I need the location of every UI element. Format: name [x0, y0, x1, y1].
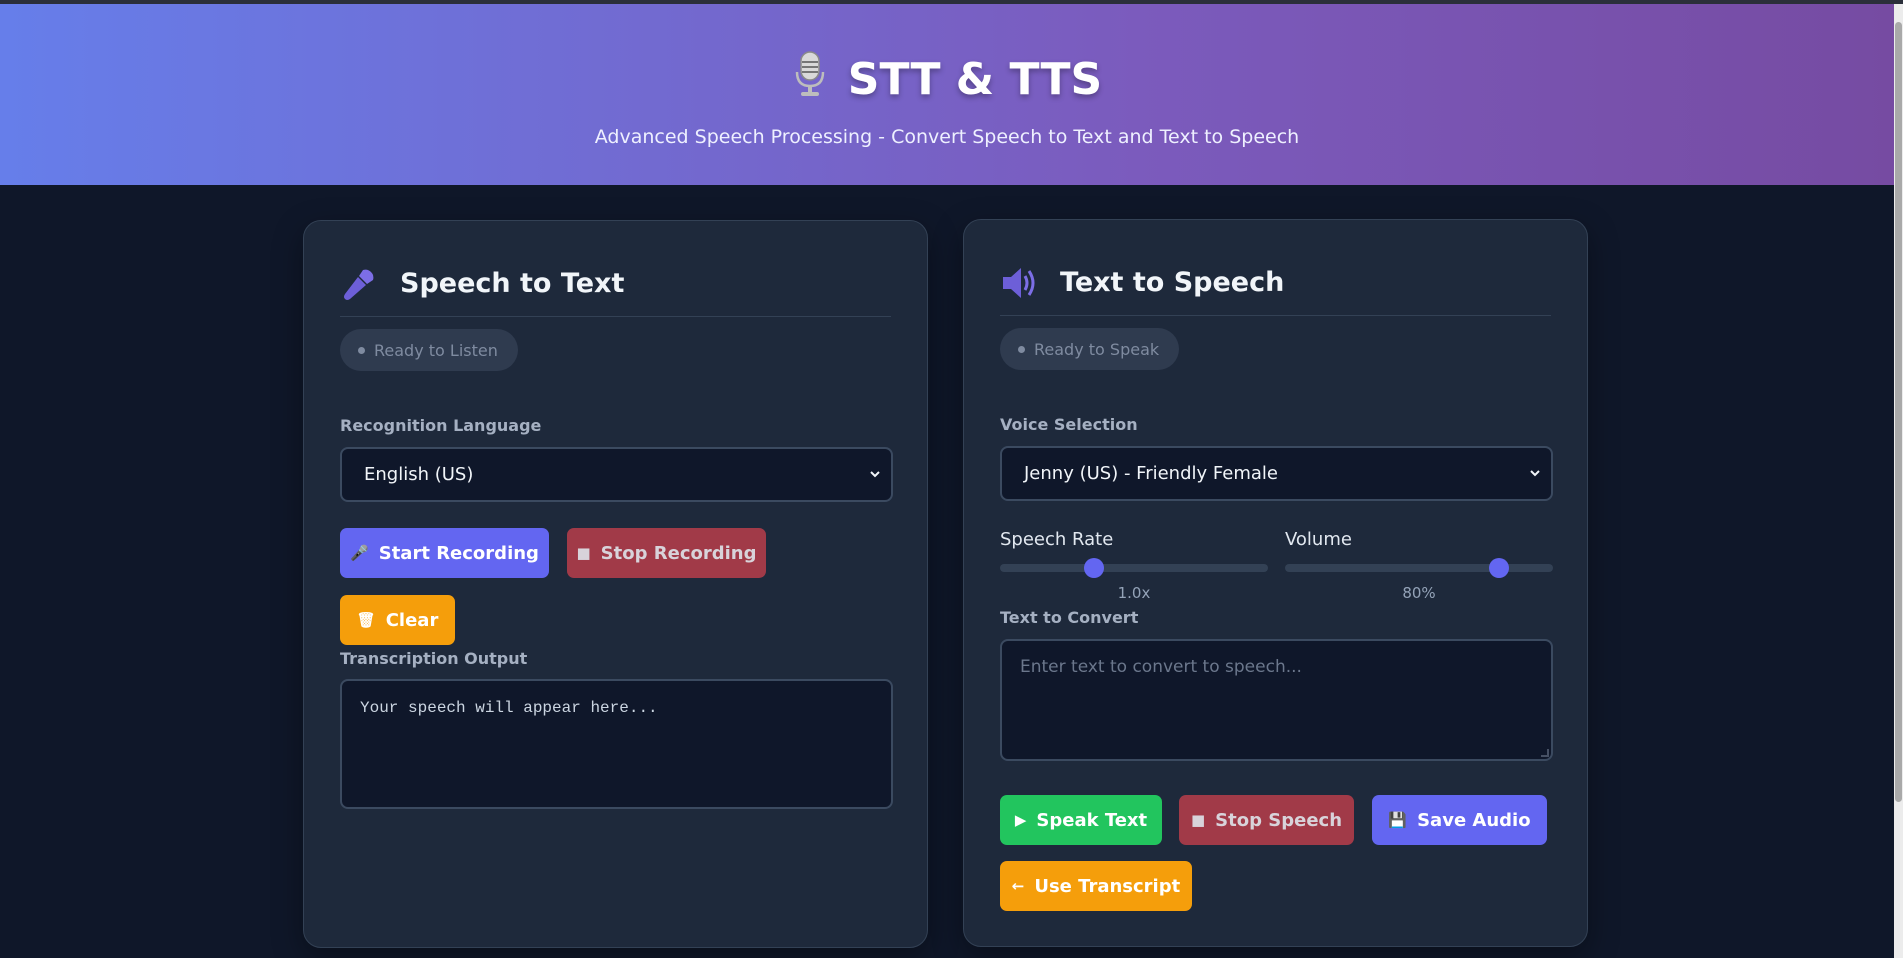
clear-button[interactable]: 🗑 Clear: [340, 595, 455, 645]
use-transcript-button[interactable]: ← Use Transcript: [1000, 861, 1192, 911]
chevron-down-icon: [870, 471, 880, 478]
voice-label: Voice Selection: [1000, 415, 1138, 434]
tts-status-text: Ready to Speak: [1034, 339, 1160, 359]
speaker-icon: [1000, 264, 1038, 302]
app-subtitle: Advanced Speech Processing - Convert Spe…: [594, 126, 1300, 148]
transcription-output[interactable]: Your speech will appear here...: [340, 679, 893, 809]
language-select-value: English (US): [364, 464, 474, 485]
text-to-convert-label: Text to Convert: [1000, 608, 1139, 627]
voice-select[interactable]: Jenny (US) - Friendly Female: [1000, 446, 1553, 501]
language-label: Recognition Language: [340, 416, 542, 435]
page-scrollbar-thumb[interactable]: [1895, 22, 1902, 802]
voice-select-value: Jenny (US) - Friendly Female: [1024, 463, 1278, 484]
status-dot-icon: [358, 347, 365, 354]
start-recording-button[interactable]: 🎤 Start Recording: [340, 528, 549, 578]
save-audio-button[interactable]: 💾 Save Audio: [1372, 795, 1547, 845]
language-select[interactable]: English (US): [340, 447, 893, 502]
resize-handle-icon[interactable]: [1541, 749, 1549, 757]
tts-panel-header: Text to Speech: [1000, 250, 1551, 316]
speech-rate-slider[interactable]: [1000, 558, 1268, 578]
status-dot-icon: [1018, 346, 1025, 353]
app-title: STT & TTS: [0, 50, 1894, 109]
speech-rate-label: Speech Rate: [1000, 529, 1114, 550]
chevron-down-icon: [1530, 470, 1540, 477]
app-header: STT & TTS Advanced Speech Processing - C…: [0, 4, 1894, 185]
speak-text-button[interactable]: ▶ Speak Text: [1000, 795, 1162, 845]
arrow-left-icon: ←: [1011, 876, 1025, 895]
speak-text-label: Speak Text: [1036, 809, 1148, 831]
stop-speech-button[interactable]: ■ Stop Speech: [1179, 795, 1354, 845]
volume-value: 80%: [1402, 584, 1436, 602]
transcription-output-label: Transcription Output: [340, 649, 528, 668]
trash-icon: 🗑: [356, 610, 376, 629]
volume-label: Volume: [1285, 529, 1352, 550]
speech-rate-value: 1.0x: [1117, 584, 1151, 602]
clear-label: Clear: [385, 609, 439, 631]
transcription-output-text: Your speech will appear here...: [360, 699, 658, 717]
stop-recording-button[interactable]: ■ Stop Recording: [567, 528, 766, 578]
start-recording-label: Start Recording: [378, 542, 539, 564]
stop-square-icon: ■: [576, 543, 591, 562]
microphone-icon: [340, 265, 378, 303]
use-transcript-label: Use Transcript: [1034, 875, 1181, 897]
app-title-text: STT & TTS: [847, 54, 1103, 105]
stt-status-text: Ready to Listen: [374, 340, 498, 360]
stop-recording-label: Stop Recording: [600, 542, 757, 564]
stt-status-badge: Ready to Listen: [340, 329, 518, 371]
speech-to-text-panel: Speech to Text Ready to Listen Recogniti…: [303, 220, 928, 948]
text-to-convert-input[interactable]: Enter text to convert to speech...: [1000, 639, 1553, 761]
microphone-icon: [792, 50, 828, 109]
stop-speech-label: Stop Speech: [1215, 809, 1343, 831]
text-to-convert-placeholder: Enter text to convert to speech...: [1020, 657, 1302, 677]
stt-panel-header: Speech to Text: [340, 251, 891, 317]
tts-status-badge: Ready to Speak: [1000, 328, 1180, 370]
play-icon: ▶: [1014, 810, 1027, 829]
tts-panel-title: Text to Speech: [1060, 267, 1285, 298]
floppy-disk-icon: 💾: [1388, 810, 1408, 829]
text-to-speech-panel: Text to Speech Ready to Speak Voice Sele…: [963, 219, 1588, 947]
stop-square-icon: ■: [1190, 810, 1206, 829]
volume-thumb[interactable]: [1489, 558, 1510, 578]
save-audio-label: Save Audio: [1417, 809, 1531, 831]
speech-rate-thumb[interactable]: [1083, 558, 1104, 578]
microphone-icon: 🎤: [350, 543, 369, 562]
stt-panel-title: Speech to Text: [400, 268, 625, 299]
volume-slider[interactable]: [1285, 558, 1553, 578]
